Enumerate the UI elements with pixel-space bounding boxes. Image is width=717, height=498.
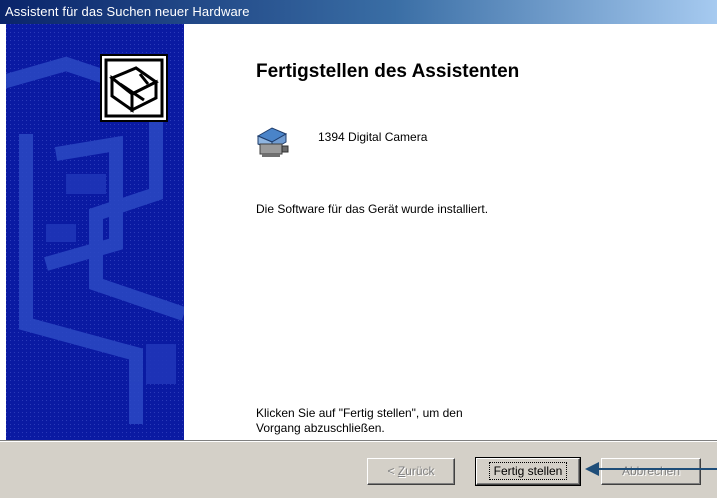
wizard-sidebar: [6, 24, 184, 440]
finish-button[interactable]: Fertig stellen: [475, 457, 581, 486]
window-title: Assistent für das Suchen neuer Hardware: [5, 4, 250, 19]
instructions-line-1: Klicken Sie auf "Fertig stellen", um den: [256, 406, 463, 420]
camera-device-icon: [256, 127, 289, 157]
hardware-wizard-icon: [100, 54, 168, 122]
title-bar[interactable]: Assistent für das Suchen neuer Hardware: [0, 0, 717, 24]
finish-instructions: Klicken Sie auf "Fertig stellen", um den…: [256, 406, 596, 436]
finish-button-label: Fertig stellen: [488, 462, 568, 480]
page-title: Fertigstellen des Assistenten: [256, 61, 520, 82]
arrow-pointer-icon: [585, 462, 717, 476]
instructions-line-2: Vorgang abzuschließen.: [256, 421, 385, 435]
wizard-window: Assistent für das Suchen neuer Hardware: [0, 0, 717, 498]
back-button-label: urück: [405, 464, 435, 478]
back-button[interactable]: < Zurück: [367, 458, 455, 485]
wizard-content: Fertigstellen des Assistenten 1394 Digit…: [184, 24, 717, 440]
install-status-text: Die Software für das Gerät wurde install…: [256, 202, 489, 216]
back-button-prefix: <: [387, 464, 398, 478]
device-name: 1394 Digital Camera: [318, 130, 428, 144]
